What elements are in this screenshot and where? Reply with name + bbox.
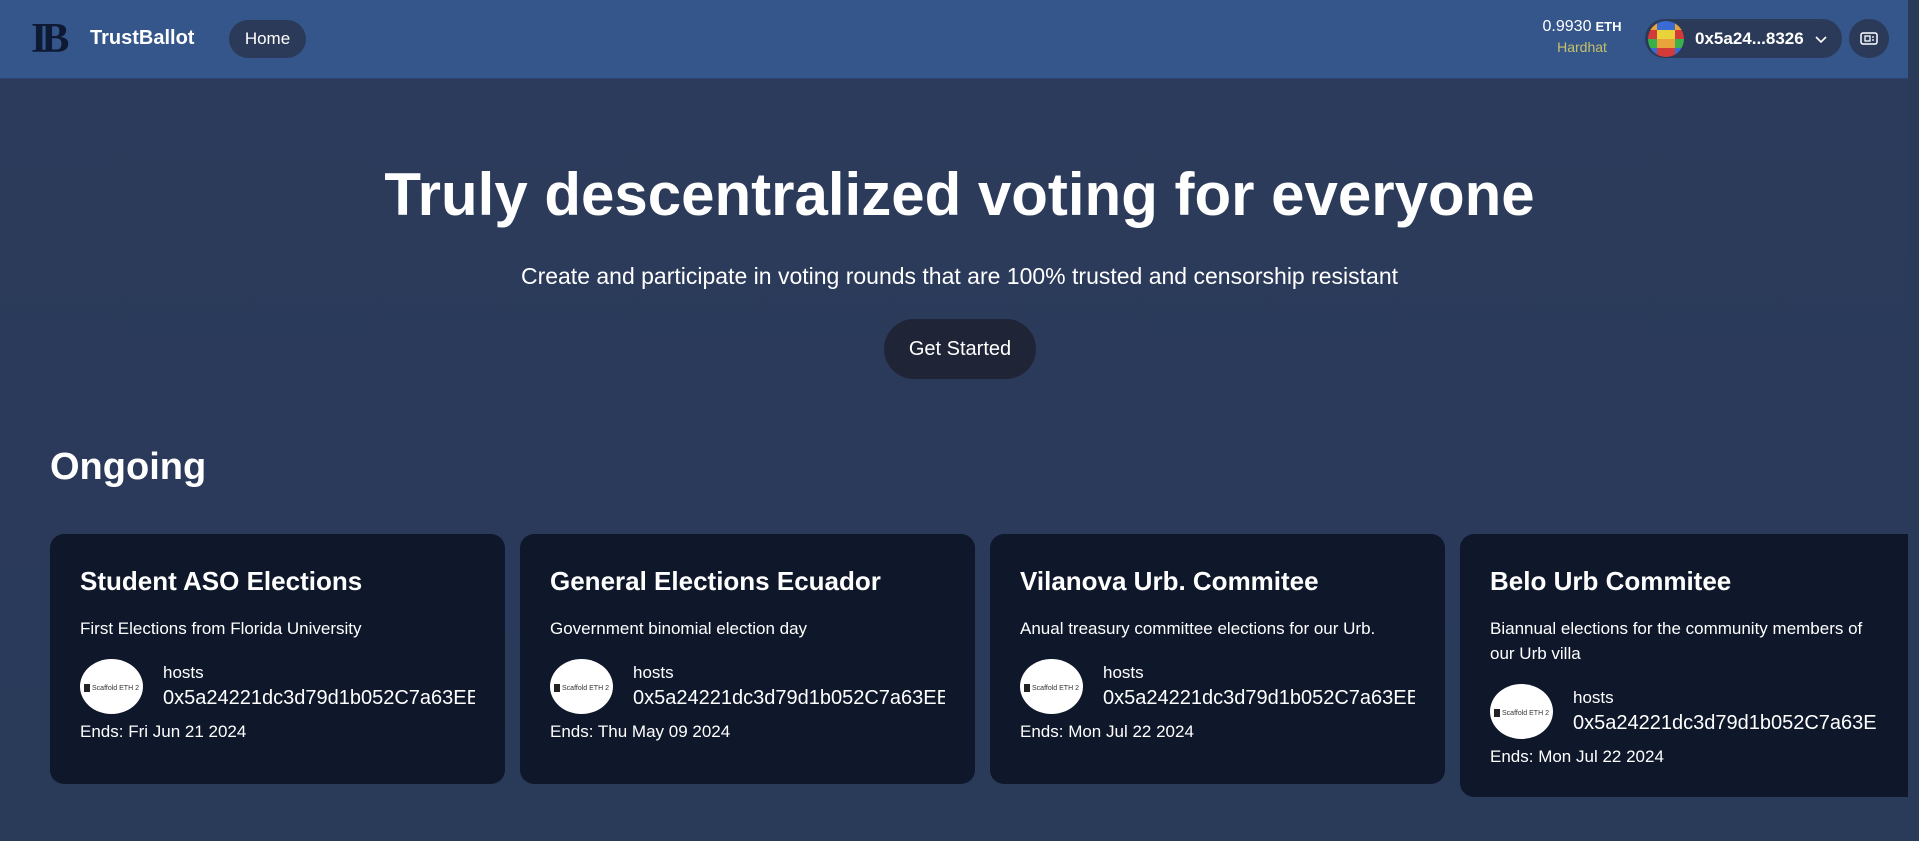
host-address: 0x5a24221dc3d79d1b052C7a63EE <box>1103 687 1415 709</box>
host-logo: Scaffold ETH 2 <box>80 659 143 714</box>
qrcode-button[interactable] <box>1849 19 1889 58</box>
account-address: 0x5a24...8326 <box>1695 28 1804 48</box>
card-end-date: Ends: Mon Jul 22 2024 <box>1490 747 1664 766</box>
card-title: Student ASO Elections <box>80 566 363 596</box>
host-address: 0x5a24221dc3d79d1b052C7a63EE <box>1573 712 1878 734</box>
get-started-button[interactable]: Get Started <box>884 319 1036 379</box>
card-title: General Elections Ecuador <box>550 566 881 596</box>
election-card[interactable]: Student ASO Elections First Elections fr… <box>50 534 505 784</box>
host-row: Scaffold ETH 2 hosts 0x5a24221dc3d79d1b0… <box>1490 684 1878 739</box>
host-label: hosts <box>633 663 674 682</box>
host-label: hosts <box>1573 688 1614 707</box>
host-row: Scaffold ETH 2 hosts 0x5a24221dc3d79d1b0… <box>550 659 945 714</box>
section-title-ongoing: Ongoing <box>50 446 207 488</box>
election-card[interactable]: Belo Urb Commitee Biannual elections for… <box>1460 534 1908 797</box>
chevron-down-icon <box>1815 35 1827 43</box>
card-description: Biannual elections for the community mem… <box>1490 619 1863 663</box>
hero-subtitle: Create and participate in voting rounds … <box>520 263 1399 289</box>
wallet-balance: 0.9930 ETH Hardhat <box>1512 18 1652 55</box>
host-logo: Scaffold ETH 2 <box>1020 659 1083 714</box>
election-card[interactable]: Vilanova Urb. Commitee Anual treasury co… <box>990 534 1445 784</box>
host-logo: Scaffold ETH 2 <box>1490 684 1553 739</box>
app-logo[interactable]: IB <box>31 18 79 60</box>
host-row: Scaffold ETH 2 hosts 0x5a24221dc3d79d1b0… <box>80 659 475 714</box>
host-label: hosts <box>163 663 204 682</box>
host-address: 0x5a24221dc3d79d1b052C7a63EE <box>163 687 475 709</box>
election-card[interactable]: General Elections Ecuador Government bin… <box>520 534 975 784</box>
account-dropdown-button[interactable]: 0x5a24...8326 <box>1645 19 1842 58</box>
card-end-date: Ends: Fri Jun 21 2024 <box>80 722 247 741</box>
card-end-date: Ends: Mon Jul 22 2024 <box>1020 722 1194 741</box>
host-logo: Scaffold ETH 2 <box>550 659 613 714</box>
card-description: Anual treasury committee elections for o… <box>1020 619 1376 638</box>
balance-amount: 0.9930 <box>1542 18 1592 35</box>
hero-title: Truly descentralized voting for everyone <box>384 161 1535 228</box>
card-description: Government binomial election day <box>550 619 808 638</box>
balance-unit: ETH <box>1595 19 1622 34</box>
card-description: First Elections from Florida University <box>80 619 362 638</box>
host-row: Scaffold ETH 2 hosts 0x5a24221dc3d79d1b0… <box>1020 659 1415 714</box>
host-address: 0x5a24221dc3d79d1b052C7a63EE <box>633 687 945 709</box>
card-title: Vilanova Urb. Commitee <box>1020 566 1319 596</box>
qrcode-icon <box>1860 31 1878 45</box>
network-name: Hardhat <box>1557 39 1607 55</box>
nav-home-button[interactable]: Home <box>229 20 306 58</box>
card-title: Belo Urb Commitee <box>1490 566 1732 596</box>
scrollbar[interactable] <box>1908 0 1919 841</box>
top-navbar: IB TrustBallot Home 0.9930 ETH Hardhat 0x… <box>0 0 1908 79</box>
blockie-avatar-icon <box>1648 20 1684 57</box>
app-name[interactable]: TrustBallot <box>90 27 194 50</box>
host-label: hosts <box>1103 663 1144 682</box>
card-end-date: Ends: Thu May 09 2024 <box>550 722 731 741</box>
